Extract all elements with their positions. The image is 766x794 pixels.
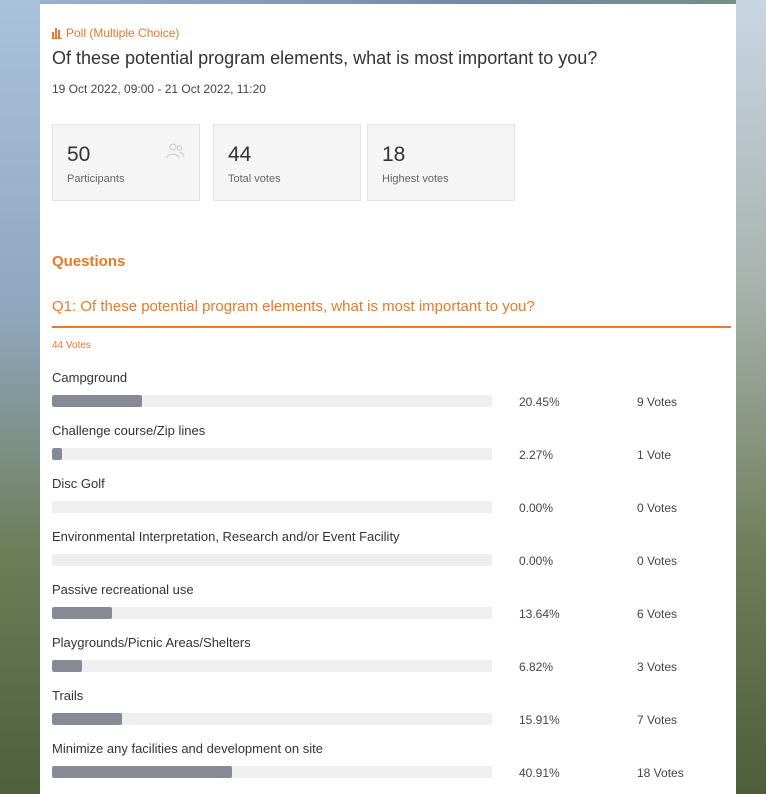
option-votes: 0 Votes [637, 501, 678, 515]
option-row: Campground 20.45% 9 Votes [52, 370, 731, 423]
people-icon [166, 143, 185, 159]
option-votes: 9 Votes [637, 395, 678, 409]
option-bar-track [52, 766, 492, 778]
stat-participants-label: Participants [67, 173, 125, 185]
option-bar-track [52, 448, 492, 460]
option-bar-track [52, 501, 492, 513]
option-percent: 40.91% [519, 766, 560, 780]
question-title: Q1: Of these potential program elements,… [52, 298, 535, 315]
option-bar-fill [52, 713, 122, 725]
option-label: Environmental Interpretation, Research a… [52, 529, 400, 544]
option-label: Disc Golf [52, 476, 105, 491]
option-percent: 0.00% [519, 554, 554, 568]
option-row: Environmental Interpretation, Research a… [52, 529, 731, 582]
option-bar-fill [52, 607, 113, 619]
stat-total-votes-label: Total votes [228, 173, 281, 185]
question-votes-count: 44 Votes [52, 340, 91, 351]
stat-participants-value: 50 [67, 143, 91, 166]
option-bar-fill [52, 395, 142, 407]
background-left [0, 0, 40, 794]
option-label: Playgrounds/Picnic Areas/Shelters [52, 635, 251, 650]
option-votes: 6 Votes [637, 607, 678, 621]
background-right [736, 0, 766, 794]
option-row: Challenge course/Zip lines 2.27% 1 Vote [52, 423, 731, 476]
option-bar-track [52, 395, 492, 407]
option-row: Minimize any facilities and development … [52, 741, 731, 794]
option-percent: 15.91% [519, 713, 560, 727]
poll-type-label: Poll (Multiple Choice) [52, 26, 179, 40]
stat-participants: 50 Participants [52, 124, 200, 201]
option-row: Playgrounds/Picnic Areas/Shelters 6.82% … [52, 635, 731, 688]
questions-heading: Questions [52, 253, 126, 270]
option-bar-track [52, 554, 492, 566]
option-percent: 13.64% [519, 607, 560, 621]
option-label: Campground [52, 370, 128, 385]
option-row: Disc Golf 0.00% 0 Votes [52, 476, 731, 529]
option-bar-track [52, 660, 492, 672]
option-row: Passive recreational use 13.64% 6 Votes [52, 582, 731, 635]
poll-dates: 19 Oct 2022, 09:00 - 21 Oct 2022, 11:20 [52, 82, 266, 96]
option-votes: 0 Votes [637, 554, 678, 568]
option-bar-fill [52, 766, 232, 778]
option-bar-track [52, 713, 492, 725]
option-votes: 7 Votes [637, 713, 678, 727]
option-votes: 3 Votes [637, 660, 678, 674]
question-divider [52, 326, 731, 328]
option-percent: 0.00% [519, 501, 554, 515]
stat-total-votes: 44 Total votes [213, 124, 361, 201]
stat-highest-votes-value: 18 [382, 143, 406, 166]
option-label: Trails [52, 688, 84, 703]
stat-highest-votes: 18 Highest votes [367, 124, 515, 201]
option-bar-track [52, 607, 492, 619]
option-label: Passive recreational use [52, 582, 194, 597]
poll-results-card: Poll (Multiple Choice) Of these potentia… [40, 4, 736, 794]
option-percent: 6.82% [519, 660, 554, 674]
bar-chart-icon [52, 28, 62, 39]
option-bar-fill [52, 660, 82, 672]
stat-total-votes-value: 44 [228, 143, 252, 166]
option-bar-fill [52, 448, 62, 460]
option-percent: 20.45% [519, 395, 560, 409]
option-label: Minimize any facilities and development … [52, 741, 323, 756]
poll-type-text: Poll (Multiple Choice) [66, 26, 180, 40]
poll-title: Of these potential program elements, wha… [52, 48, 598, 68]
option-row: Trails 15.91% 7 Votes [52, 688, 731, 741]
option-percent: 2.27% [519, 448, 554, 462]
stat-highest-votes-label: Highest votes [382, 173, 449, 185]
option-label: Challenge course/Zip lines [52, 423, 206, 438]
option-votes: 1 Vote [637, 448, 672, 462]
option-votes: 18 Votes [637, 766, 684, 780]
